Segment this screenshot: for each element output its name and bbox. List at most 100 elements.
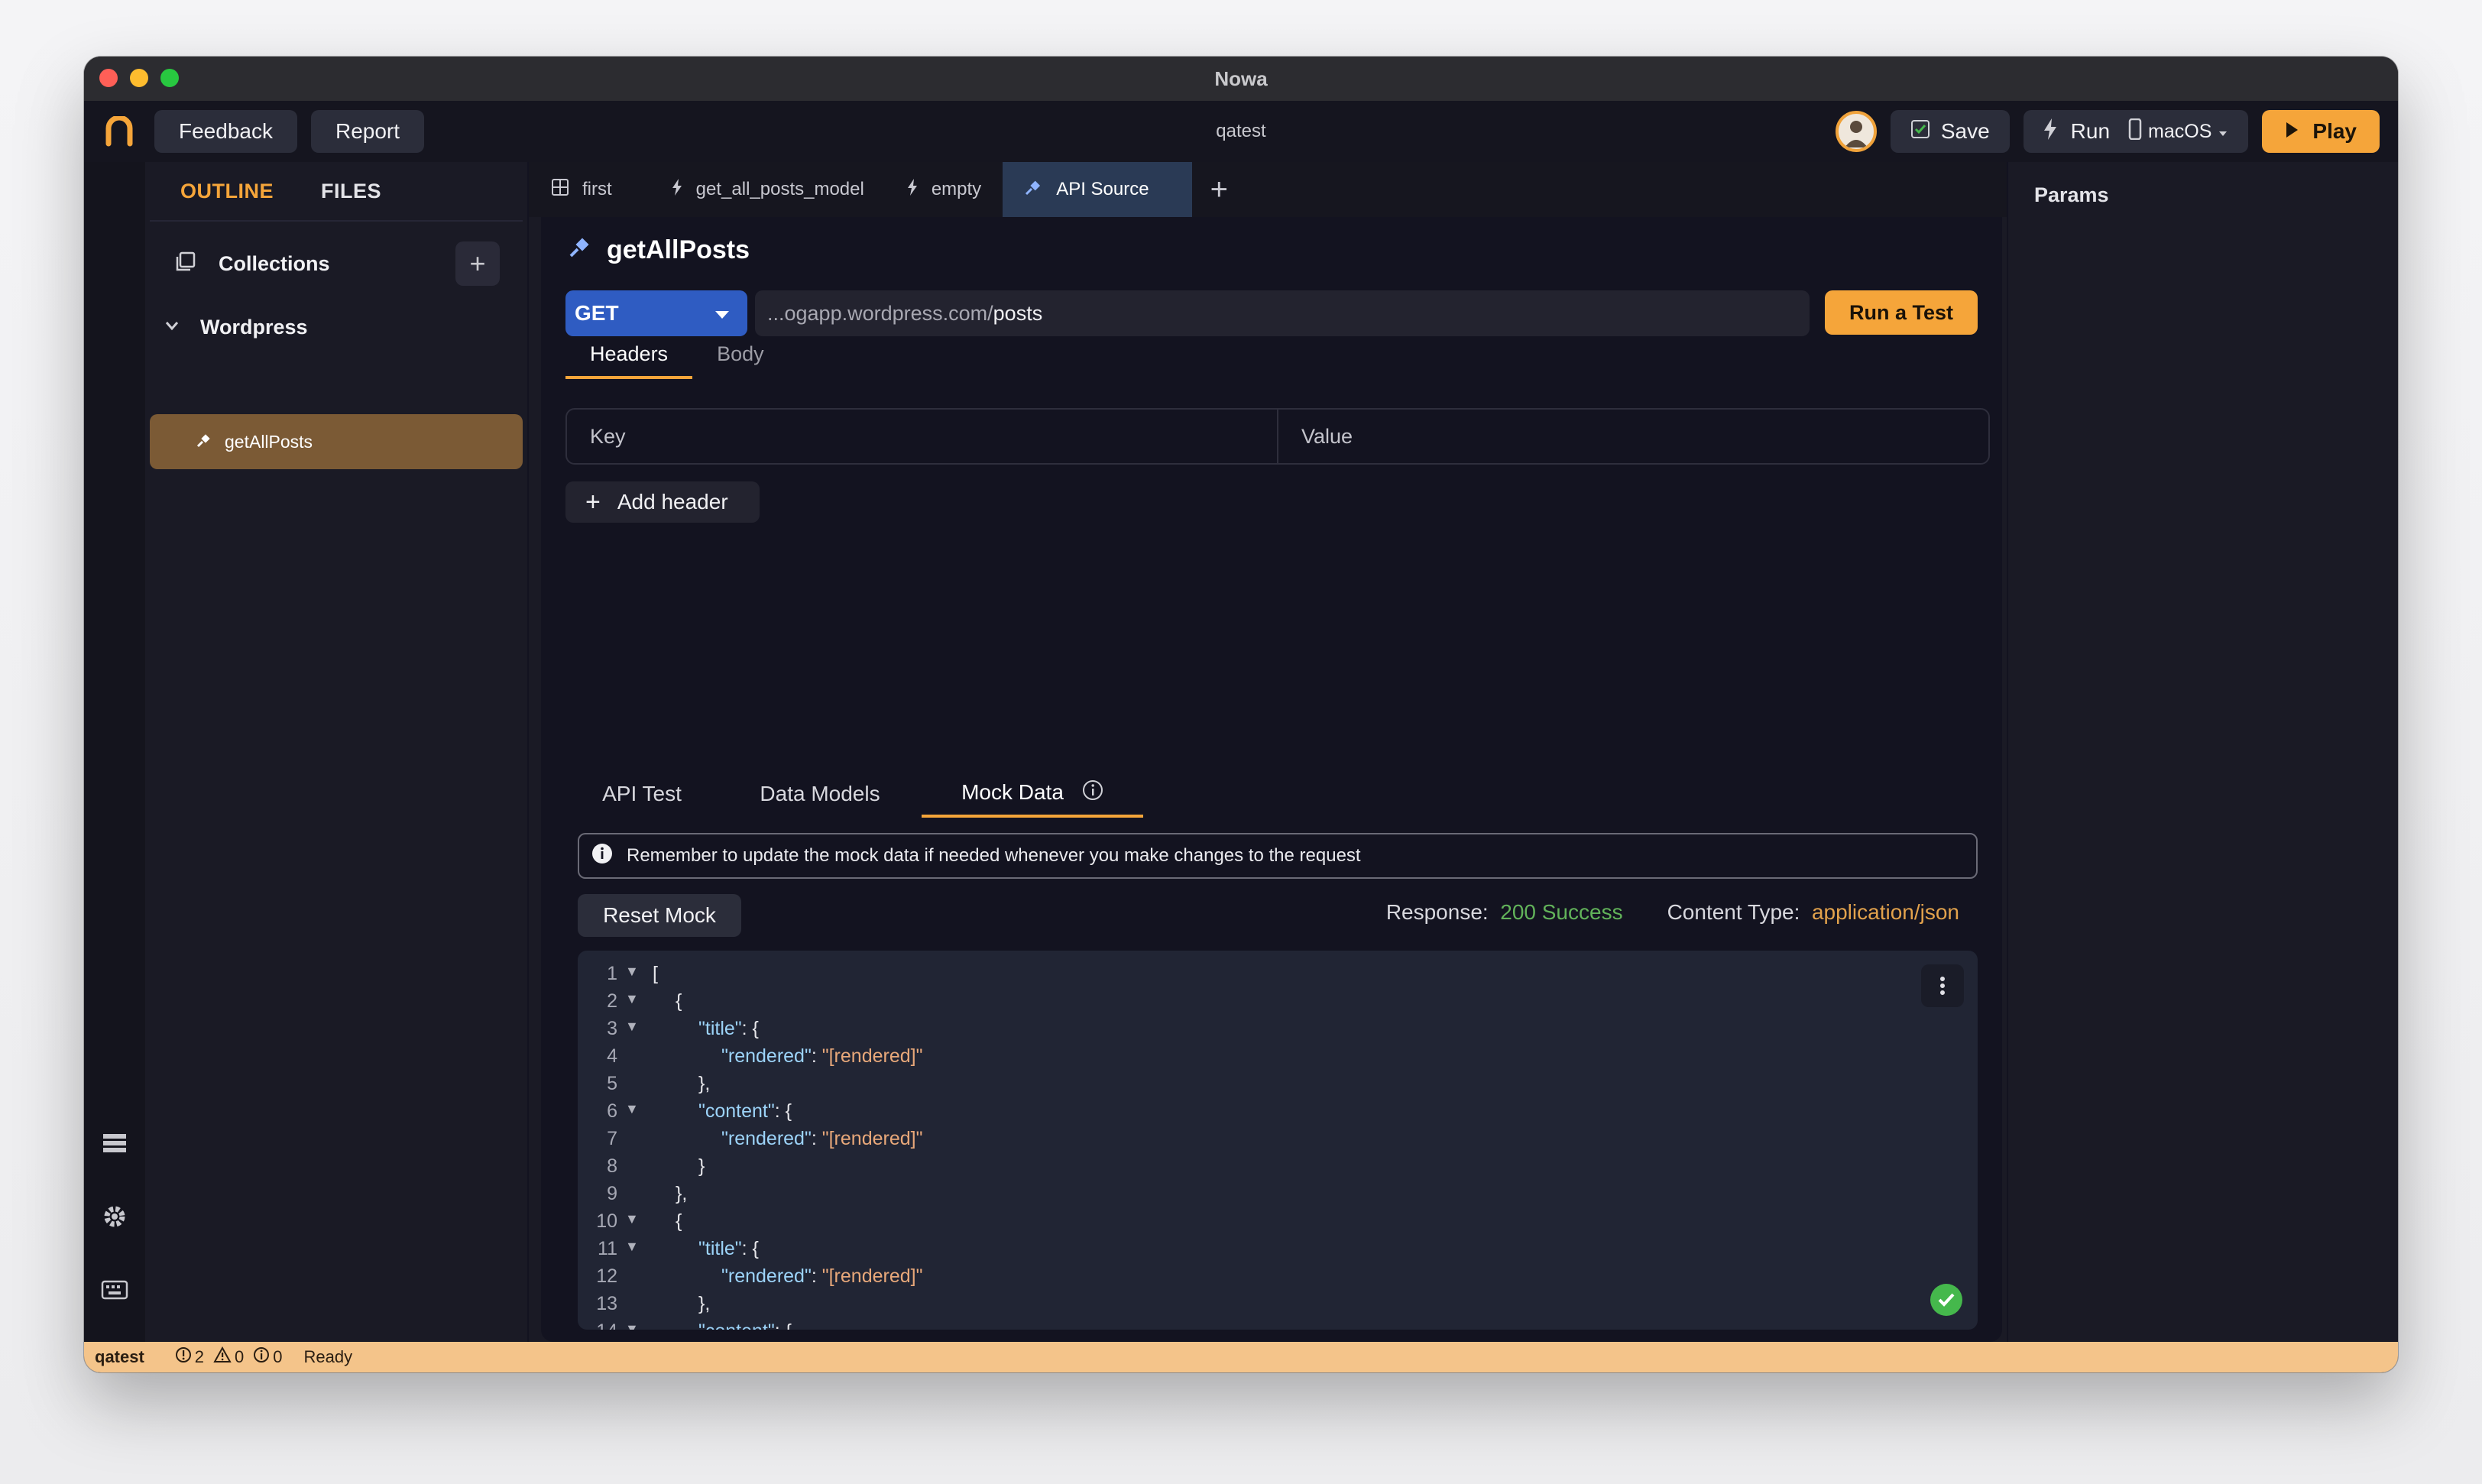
maximize-window-button[interactable] bbox=[160, 69, 179, 87]
tab-api-source[interactable]: API Source bbox=[1003, 162, 1192, 217]
feedback-button[interactable]: Feedback bbox=[154, 110, 297, 153]
line-number: 11 bbox=[598, 1238, 617, 1259]
line-number: 10 bbox=[596, 1210, 617, 1232]
params-title: Params bbox=[2034, 183, 2109, 206]
minimize-window-button[interactable] bbox=[130, 69, 148, 87]
tree-group-wordpress[interactable]: Wordpress bbox=[145, 304, 527, 350]
url-input[interactable]: ...ogapp.wordpress.com/posts bbox=[755, 290, 1810, 336]
warnings-indicator[interactable]: 0 bbox=[213, 1346, 244, 1368]
tab-mock-data[interactable]: Mock Data bbox=[922, 770, 1143, 818]
run-controls: Run macOS bbox=[2023, 110, 2249, 153]
tab-data-models[interactable]: Data Models bbox=[718, 770, 922, 818]
left-rail bbox=[84, 162, 145, 1342]
new-tab-button[interactable]: + bbox=[1192, 162, 1246, 217]
outline-sidebar: OUTLINE FILES Collections + Wordpress ge… bbox=[145, 162, 527, 1342]
method-label: GET bbox=[575, 301, 619, 325]
request-subtabs: Headers Body bbox=[565, 342, 789, 379]
platform-label: macOS bbox=[2148, 120, 2212, 142]
info-icon[interactable] bbox=[1082, 779, 1103, 806]
tab-label: API Source bbox=[1056, 179, 1149, 199]
tab-first[interactable]: first bbox=[529, 162, 633, 217]
tab-label: Mock Data bbox=[961, 780, 1064, 804]
phone-icon bbox=[2128, 118, 2142, 145]
tab-body[interactable]: Body bbox=[692, 342, 789, 379]
bolt-icon bbox=[2043, 118, 2057, 145]
fold-toggle-icon[interactable]: ▼ bbox=[625, 1101, 639, 1117]
tab-headers[interactable]: Headers bbox=[565, 342, 693, 379]
code-line: }, bbox=[698, 1293, 711, 1314]
value-column-header[interactable]: Value bbox=[1278, 410, 1988, 463]
more-options-icon[interactable] bbox=[1921, 964, 1964, 1007]
add-header-label: Add header bbox=[617, 490, 728, 514]
close-window-button[interactable] bbox=[99, 69, 118, 87]
tab-label: empty bbox=[931, 179, 982, 199]
mock-json-editor[interactable]: 1 ▼ [2 ▼ {3 ▼ "title": {4 "rendered": "[rendere… bbox=[578, 951, 1978, 1330]
url-path: posts bbox=[993, 301, 1043, 325]
chevron-down-icon bbox=[2218, 121, 2228, 143]
plug-icon bbox=[569, 235, 591, 265]
fold-toggle-icon[interactable]: ▼ bbox=[625, 1239, 639, 1255]
tree-item-label: getAllPosts bbox=[225, 431, 313, 452]
fold-toggle-icon[interactable]: ▼ bbox=[625, 964, 639, 980]
error-icon bbox=[175, 1346, 192, 1368]
play-button[interactable]: Play bbox=[2262, 110, 2380, 153]
tab-files[interactable]: FILES bbox=[321, 180, 381, 203]
errors-count: 2 bbox=[194, 1347, 205, 1366]
nowa-logo-icon[interactable] bbox=[98, 110, 141, 153]
platform-select[interactable]: macOS bbox=[2128, 118, 2228, 145]
status-project[interactable]: qatest bbox=[95, 1347, 144, 1367]
valid-check-icon bbox=[1930, 1284, 1962, 1316]
tab-get-all-posts-model[interactable]: get_all_posts_model bbox=[633, 162, 886, 217]
infos-count: 0 bbox=[273, 1347, 283, 1366]
keyboard-icon[interactable] bbox=[101, 1276, 128, 1304]
code-line: { bbox=[676, 990, 682, 1012]
code-line: "content": { bbox=[698, 1320, 792, 1330]
tab-label: get_all_posts_model bbox=[695, 179, 864, 199]
grid-icon bbox=[552, 178, 569, 201]
tab-empty[interactable]: empty bbox=[886, 162, 1003, 217]
code-line: }, bbox=[676, 1183, 688, 1204]
collections-icon bbox=[174, 251, 196, 277]
reset-mock-button[interactable]: Reset Mock bbox=[578, 894, 741, 937]
run-button[interactable]: Run bbox=[2043, 118, 2110, 145]
line-number: 2 bbox=[607, 990, 617, 1012]
content-type-value: application/json bbox=[1811, 900, 1959, 924]
plug-icon bbox=[196, 432, 212, 452]
fold-toggle-icon[interactable]: ▼ bbox=[625, 1019, 639, 1035]
errors-indicator[interactable]: 2 bbox=[175, 1346, 204, 1368]
mock-notice: Remember to update the mock data if need… bbox=[578, 833, 1978, 879]
key-column-header[interactable]: Key bbox=[567, 410, 1278, 463]
add-collection-button[interactable]: + bbox=[455, 241, 500, 286]
plus-icon: + bbox=[585, 487, 601, 517]
save-button[interactable]: Save bbox=[1890, 110, 2010, 153]
run-test-button[interactable]: Run a Test bbox=[1825, 290, 1978, 335]
code-line: } bbox=[698, 1155, 705, 1177]
report-button[interactable]: Report bbox=[310, 110, 425, 153]
code-line: "rendered": "[rendered]" bbox=[721, 1265, 923, 1287]
bolt-icon bbox=[907, 178, 918, 201]
save-label: Save bbox=[1940, 119, 1990, 143]
notice-text: Remember to update the mock data if need… bbox=[627, 845, 1361, 866]
tree-item-getallposts[interactable]: getAllPosts bbox=[150, 414, 523, 469]
line-number: 5 bbox=[607, 1073, 617, 1094]
info-icon bbox=[591, 843, 613, 870]
line-number: 3 bbox=[607, 1018, 617, 1039]
collections-header: Collections + bbox=[145, 235, 527, 292]
fold-toggle-icon[interactable]: ▼ bbox=[625, 1321, 639, 1330]
infos-indicator[interactable]: 0 bbox=[253, 1346, 283, 1368]
info-icon bbox=[253, 1346, 270, 1368]
code-line: }, bbox=[698, 1073, 711, 1094]
user-avatar[interactable] bbox=[1835, 111, 1877, 152]
fold-toggle-icon[interactable]: ▼ bbox=[625, 1211, 639, 1227]
fold-toggle-icon[interactable]: ▼ bbox=[625, 991, 639, 1007]
tab-outline[interactable]: OUTLINE bbox=[180, 180, 274, 203]
content-type-label: Content Type: bbox=[1667, 900, 1800, 924]
tab-api-test[interactable]: API Test bbox=[565, 770, 718, 818]
add-header-button[interactable]: + Add header bbox=[565, 481, 760, 523]
window-title: Nowa bbox=[1214, 66, 1268, 90]
gear-icon[interactable] bbox=[101, 1203, 128, 1230]
status-bar: qatest 2 0 0 Ready bbox=[84, 1342, 2398, 1372]
play-icon bbox=[2285, 119, 2299, 144]
list-icon[interactable] bbox=[101, 1129, 128, 1157]
method-select[interactable]: GET bbox=[565, 290, 747, 336]
